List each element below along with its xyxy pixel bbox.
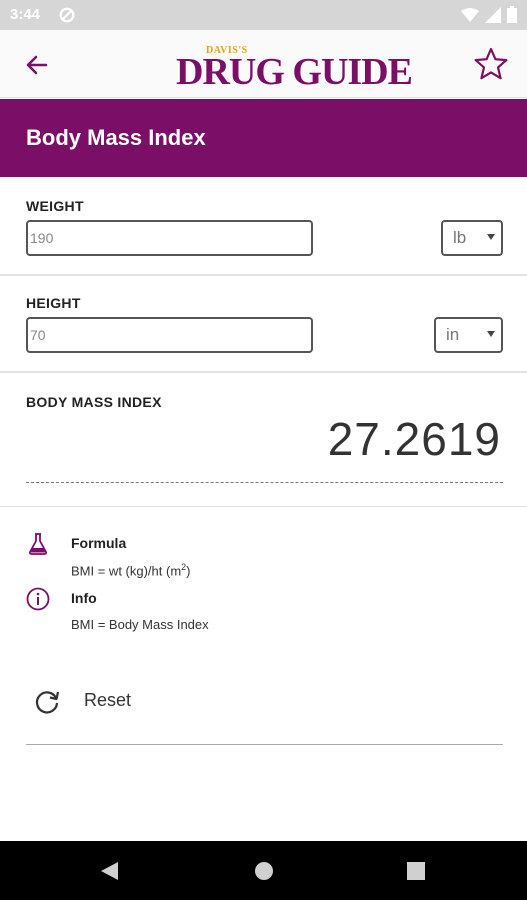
status-bar: 3:44 <box>0 0 527 30</box>
height-label: HEIGHT <box>26 295 81 311</box>
nav-home-icon[interactable] <box>253 860 275 882</box>
nav-back-icon[interactable] <box>98 860 120 882</box>
sync-icon <box>59 7 75 23</box>
favorite-star-icon[interactable] <box>473 46 509 82</box>
divider <box>26 744 503 745</box>
weight-label: WEIGHT <box>26 198 84 214</box>
drug-guide-logo: DAVIS'S DRUG GUIDE <box>176 40 413 92</box>
logo-main-text: DRUG GUIDE <box>176 51 413 93</box>
info-icon <box>26 587 50 611</box>
battery-icon <box>507 6 517 23</box>
weight-unit-value: lb <box>453 228 467 247</box>
chevron-down-icon <box>487 331 495 337</box>
signal-icon <box>485 6 501 23</box>
wifi-icon <box>461 7 479 22</box>
flask-icon <box>29 533 47 555</box>
refresh-icon <box>35 691 60 714</box>
bmi-result-value: 27.2619 <box>327 413 501 465</box>
formula-text: BMI = wt (kg)/ht (m2) <box>71 562 191 579</box>
back-arrow-icon[interactable] <box>22 50 52 80</box>
info-title: Info <box>71 590 97 606</box>
chevron-down-icon <box>487 234 495 240</box>
height-input[interactable]: 70 <box>26 317 313 353</box>
reset-button[interactable]: Reset <box>26 682 226 718</box>
formula-title: Formula <box>71 535 127 551</box>
bmi-result-label: BODY MASS INDEX <box>26 394 162 410</box>
page-header: Body Mass Index <box>0 99 527 177</box>
height-unit-select[interactable]: in <box>434 317 503 353</box>
reset-label: Reset <box>84 690 132 710</box>
app-bar: DAVIS'S DRUG GUIDE <box>0 30 527 98</box>
divider <box>0 274 527 276</box>
divider <box>0 506 527 507</box>
system-nav-bar <box>0 841 527 900</box>
divider <box>0 371 527 373</box>
status-time: 3:44 <box>10 6 41 23</box>
weight-input[interactable]: 190 <box>26 220 313 256</box>
result-underline <box>26 482 503 483</box>
nav-recents-icon[interactable] <box>405 860 427 882</box>
info-text: BMI = Body Mass Index <box>71 617 209 632</box>
weight-unit-select[interactable]: lb <box>441 220 503 256</box>
page-title: Body Mass Index <box>26 125 206 150</box>
height-unit-value: in <box>446 325 460 344</box>
